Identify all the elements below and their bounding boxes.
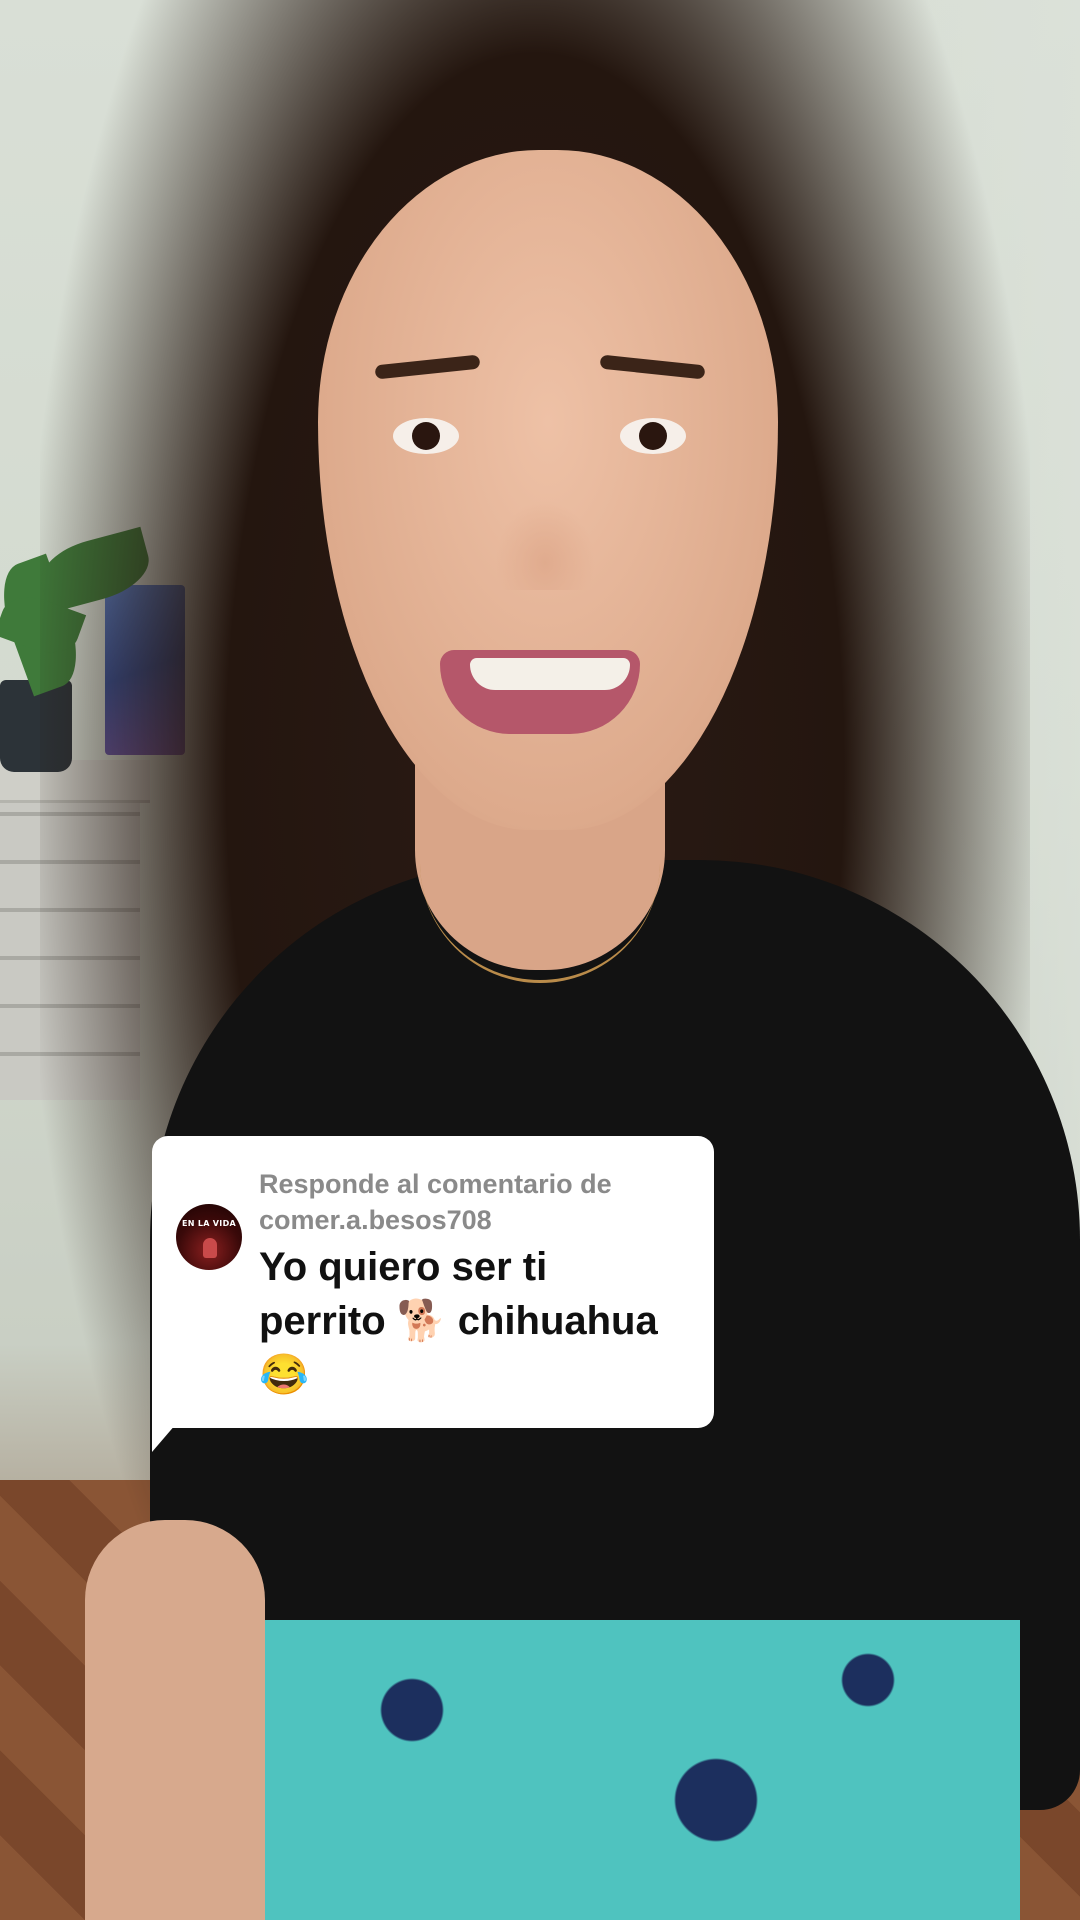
comment-line: 😂 — [259, 1353, 309, 1397]
video-screen[interactable]: EN LA VIDA Responde al comentario de com… — [0, 0, 1080, 1920]
person-skirt — [260, 1620, 1020, 1920]
nose — [495, 500, 595, 590]
avatar-figure — [203, 1238, 217, 1258]
video-frame — [0, 0, 1080, 1920]
avatar-caption: EN LA VIDA — [181, 1219, 237, 1228]
right-eye — [620, 418, 686, 454]
reply-prefix: Responde al comentario de — [259, 1169, 612, 1199]
reply-meta: Responde al comentario de comer.a.besos7… — [259, 1166, 679, 1238]
comment-line: Yo quiero ser ti — [259, 1245, 548, 1289]
comment-text: Yo quiero ser ti perrito 🐕 chihuahua 😂 — [259, 1240, 699, 1402]
teeth — [470, 658, 630, 690]
comment-line: perrito 🐕 chihuahua — [259, 1299, 658, 1343]
commenter-avatar[interactable]: EN LA VIDA — [176, 1204, 242, 1270]
person-arm — [85, 1520, 265, 1920]
commenter-username[interactable]: comer.a.besos708 — [259, 1202, 679, 1238]
reply-comment-sticker[interactable]: EN LA VIDA Responde al comentario de com… — [152, 1136, 714, 1428]
left-eye — [393, 418, 459, 454]
